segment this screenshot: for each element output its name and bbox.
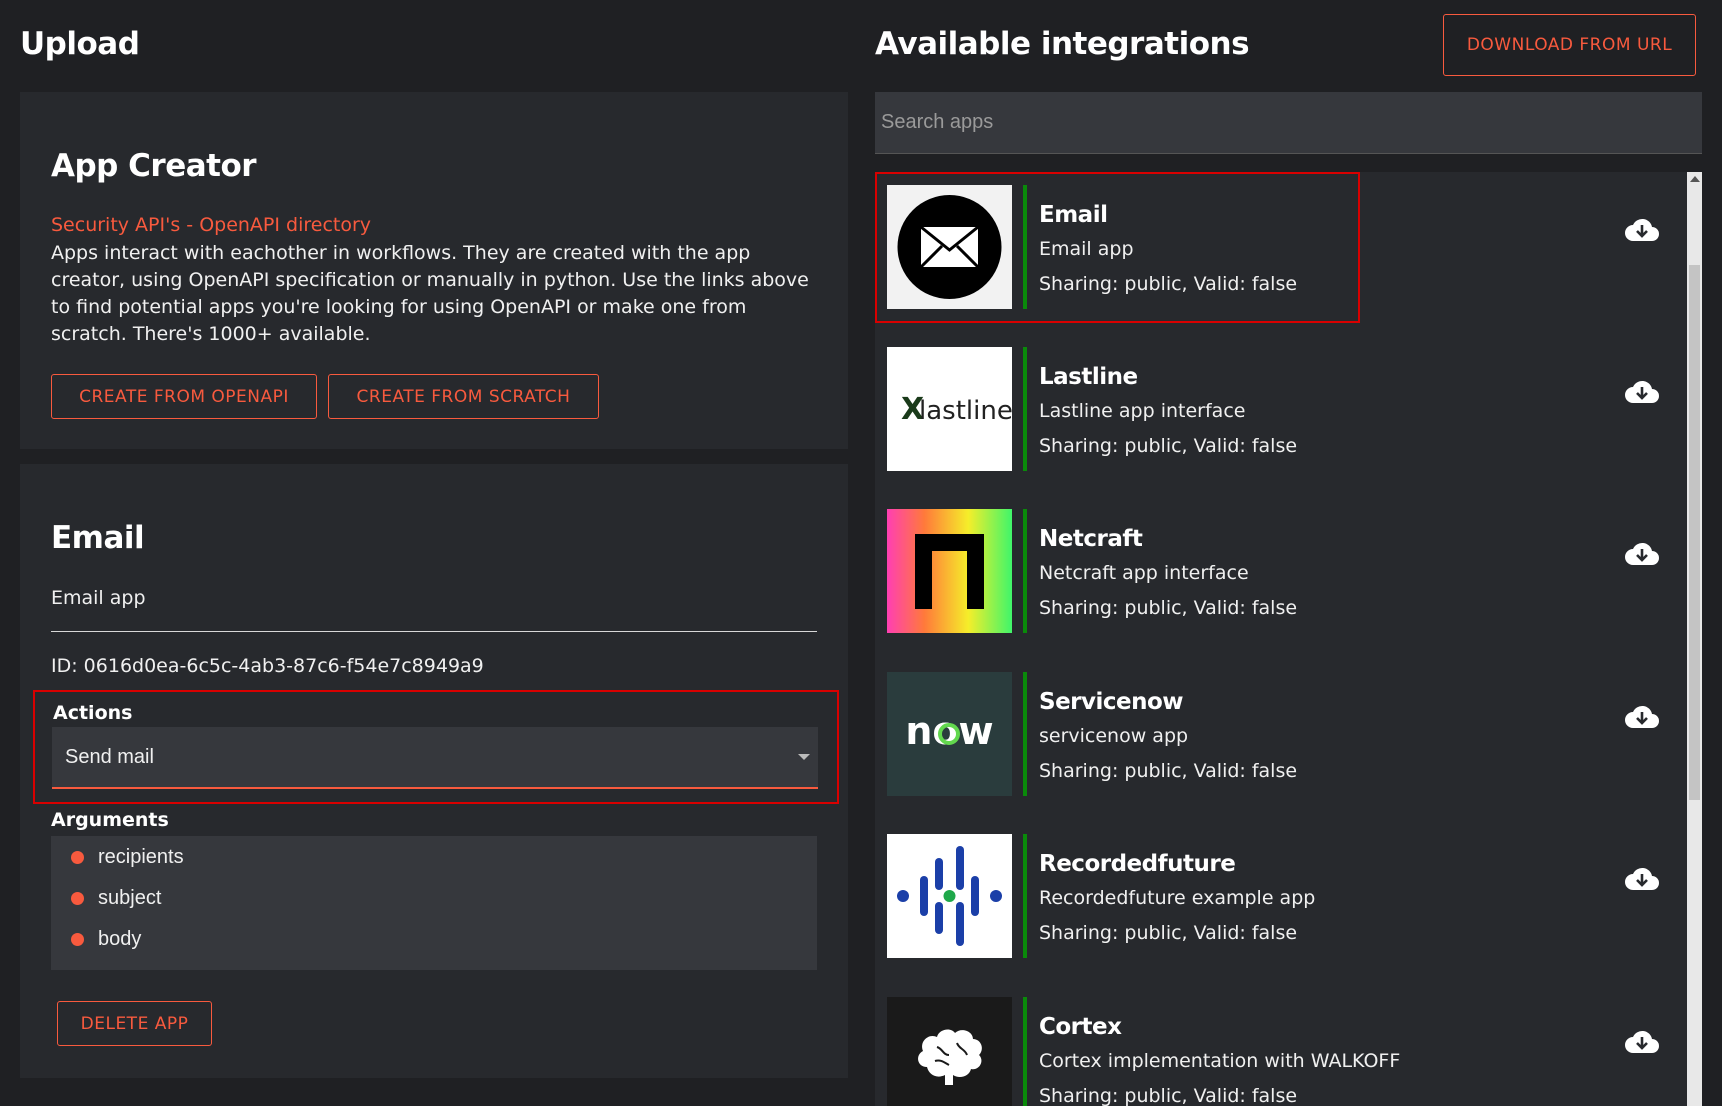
brain-icon — [887, 997, 1012, 1106]
cloud-download-icon[interactable] — [1625, 216, 1659, 242]
list-item: subject — [71, 887, 161, 910]
app-description: Netcraft app interface — [1039, 562, 1249, 584]
link-separator: - — [180, 214, 200, 236]
argument-name: subject — [98, 887, 162, 909]
app-name: Lastline — [1039, 364, 1138, 390]
app-sharing: Sharing: public, Valid: false — [1039, 922, 1298, 944]
app-description: Email app — [1039, 238, 1134, 260]
app-sharing: Sharing: public, Valid: false — [1039, 597, 1298, 619]
required-dot-icon — [71, 933, 84, 946]
creator-links: Security API's - OpenAPI directory — [51, 214, 371, 236]
security-apis-link[interactable]: Security API's — [51, 214, 180, 236]
app-card-email[interactable]: Email Email app Sharing: public, Valid: … — [875, 172, 1687, 323]
app-sharing: Sharing: public, Valid: false — [1039, 435, 1298, 457]
create-from-scratch-button[interactable]: CREATE FROM SCRATCH — [328, 374, 599, 419]
divider — [51, 631, 817, 632]
servicenow-logo: now — [887, 672, 1012, 796]
chevron-down-icon — [798, 754, 810, 760]
cloud-download-icon[interactable] — [1625, 865, 1659, 891]
upload-heading: Upload — [20, 26, 140, 62]
app-name: Cortex — [1039, 1014, 1122, 1040]
app-name: Recordedfuture — [1039, 851, 1236, 877]
app-sharing: Sharing: public, Valid: false — [1039, 273, 1298, 295]
app-name: Netcraft — [1039, 526, 1143, 552]
download-from-url-button[interactable]: DOWNLOAD FROM URL — [1443, 14, 1696, 76]
app-creator-description: Apps interact with eachother in workflow… — [51, 242, 809, 345]
arguments-list: recipients subject body — [51, 836, 817, 970]
app-description: servicenow app — [1039, 725, 1189, 747]
app-description: Lastline app interface — [1039, 400, 1246, 422]
cloud-download-icon[interactable] — [1625, 540, 1659, 566]
app-sharing: Sharing: public, Valid: false — [1039, 760, 1298, 782]
available-integrations-heading: Available integrations — [875, 26, 1250, 62]
app-sharing: Sharing: public, Valid: false — [1039, 1085, 1298, 1106]
app-description: Cortex implementation with WALKOFF — [1039, 1050, 1401, 1072]
cloud-download-icon[interactable] — [1625, 1028, 1659, 1054]
argument-name: recipients — [98, 846, 184, 868]
valid-indicator — [1023, 672, 1027, 796]
netcraft-logo — [887, 509, 1012, 633]
valid-indicator — [1023, 997, 1027, 1106]
app-card-lastline[interactable]: X lastline Lastline Lastline app interfa… — [875, 334, 1687, 484]
app-name: Servicenow — [1039, 689, 1184, 715]
list-item: recipients — [71, 846, 184, 869]
recordedfuture-logo — [887, 834, 1012, 958]
valid-indicator — [1023, 347, 1027, 471]
search-apps-input[interactable]: Search apps — [875, 92, 1702, 154]
valid-indicator — [1023, 185, 1027, 309]
actions-select[interactable]: Send mail — [52, 727, 818, 789]
actions-selected-value: Send mail — [65, 745, 154, 768]
scroll-up-arrow-icon[interactable] — [1690, 176, 1700, 182]
lastline-logo: X lastline — [887, 347, 1012, 471]
arguments-label: Arguments — [51, 809, 169, 831]
selected-app-description: Email app — [51, 587, 146, 609]
list-item: body — [71, 928, 141, 951]
selected-app-title: Email — [51, 520, 145, 556]
app-card-recordedfuture[interactable]: Recordedfuture Recordedfuture example ap… — [875, 821, 1687, 971]
apps-scrollbar-thumb[interactable] — [1689, 265, 1700, 800]
required-dot-icon — [71, 851, 84, 864]
app-card-netcraft[interactable]: Netcraft Netcraft app interface Sharing:… — [875, 496, 1687, 646]
app-creator-title: App Creator — [51, 148, 257, 184]
lastline-logo-text: lastline — [919, 396, 1012, 426]
search-placeholder: Search apps — [881, 111, 994, 133]
valid-indicator — [1023, 834, 1027, 958]
create-from-openapi-button[interactable]: CREATE FROM OPENAPI — [51, 374, 317, 419]
valid-indicator — [1023, 509, 1027, 633]
delete-app-button[interactable]: DELETE APP — [57, 1001, 212, 1046]
selected-app-id: ID: 0616d0ea-6c5c-4ab3-87c6-f54e7c8949a9 — [51, 655, 484, 677]
cloud-download-icon[interactable] — [1625, 378, 1659, 404]
openapi-directory-link[interactable]: OpenAPI directory — [199, 214, 371, 236]
apps-list: Email Email app Sharing: public, Valid: … — [875, 172, 1687, 1106]
required-dot-icon — [71, 892, 84, 905]
actions-section: Actions Send mail — [33, 690, 839, 804]
app-creator-panel: App Creator Security API's - OpenAPI dir… — [20, 92, 848, 449]
actions-label: Actions — [53, 702, 133, 724]
argument-name: body — [98, 928, 142, 950]
selected-app-panel: Email Email app ID: 0616d0ea-6c5c-4ab3-8… — [20, 464, 848, 1078]
cloud-download-icon[interactable] — [1625, 703, 1659, 729]
app-card-servicenow[interactable]: now Servicenow servicenow app Sharing: p… — [875, 659, 1687, 809]
servicenow-logo-text: now — [905, 709, 993, 753]
envelope-icon — [887, 185, 1012, 309]
app-name: Email — [1039, 202, 1108, 228]
app-description: Recordedfuture example app — [1039, 887, 1316, 909]
app-card-cortex[interactable]: Cortex Cortex implementation with WALKOF… — [875, 984, 1687, 1106]
